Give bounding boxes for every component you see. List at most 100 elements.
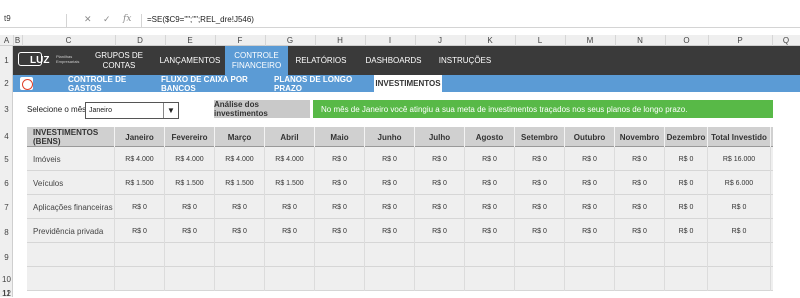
value-cell[interactable]: R$ 0 bbox=[708, 195, 771, 219]
row-label-cell[interactable]: Aplicações financeiras bbox=[27, 195, 115, 219]
row-number[interactable]: 9 bbox=[0, 253, 13, 262]
row-number[interactable]: 12 bbox=[0, 289, 13, 298]
value-cell[interactable] bbox=[165, 243, 215, 267]
column-letter[interactable]: L bbox=[538, 36, 542, 45]
value-cell[interactable] bbox=[315, 243, 365, 267]
value-cell[interactable]: R$ 0 bbox=[665, 147, 708, 171]
value-cell[interactable] bbox=[415, 267, 465, 291]
column-letter[interactable]: A bbox=[4, 36, 9, 45]
value-cell[interactable]: R$ 16.000 bbox=[708, 147, 771, 171]
value-cell[interactable]: R$ 1.500 bbox=[215, 171, 265, 195]
value-cell[interactable] bbox=[365, 243, 415, 267]
column-letter[interactable]: F bbox=[238, 36, 243, 45]
row-label-cell[interactable] bbox=[27, 267, 115, 291]
value-cell[interactable]: R$ 0 bbox=[615, 219, 665, 243]
value-cell[interactable]: R$ 0 bbox=[215, 195, 265, 219]
formula-input[interactable]: =SE($C9="";"";REL_dre!J546) bbox=[147, 15, 254, 24]
value-cell[interactable]: R$ 0 bbox=[415, 195, 465, 219]
value-cell[interactable] bbox=[265, 267, 315, 291]
value-cell[interactable] bbox=[665, 267, 708, 291]
name-box[interactable]: t9 bbox=[2, 14, 62, 28]
row-label-cell[interactable] bbox=[27, 243, 115, 267]
value-cell[interactable] bbox=[315, 267, 365, 291]
column-letter[interactable]: I bbox=[389, 36, 391, 45]
value-cell[interactable]: R$ 0 bbox=[165, 195, 215, 219]
row-label-cell[interactable]: Imóveis bbox=[27, 147, 115, 171]
value-cell[interactable]: R$ 0 bbox=[565, 219, 615, 243]
value-cell[interactable]: R$ 0 bbox=[615, 171, 665, 195]
value-cell[interactable] bbox=[515, 267, 565, 291]
value-cell[interactable] bbox=[465, 267, 515, 291]
value-cell[interactable]: R$ 0 bbox=[315, 147, 365, 171]
value-cell[interactable]: R$ 0 bbox=[415, 219, 465, 243]
column-letter[interactable]: M bbox=[587, 36, 594, 45]
nav-item[interactable]: LANÇAMENTOS bbox=[155, 46, 225, 75]
row-number[interactable]: 10 bbox=[0, 275, 13, 284]
value-cell[interactable]: R$ 0 bbox=[465, 219, 515, 243]
subnav-item[interactable]: PLANOS DE LONGO PRAZO bbox=[274, 75, 374, 93]
value-cell[interactable]: R$ 0 bbox=[265, 219, 315, 243]
value-cell[interactable] bbox=[265, 243, 315, 267]
value-cell[interactable] bbox=[615, 267, 665, 291]
value-cell[interactable]: R$ 0 bbox=[708, 219, 771, 243]
confirm-icon[interactable]: ✓ bbox=[103, 14, 111, 25]
row-number[interactable]: 1 bbox=[0, 56, 13, 65]
value-cell[interactable] bbox=[215, 267, 265, 291]
value-cell[interactable]: R$ 0 bbox=[465, 147, 515, 171]
value-cell[interactable]: R$ 0 bbox=[465, 195, 515, 219]
value-cell[interactable]: R$ 0 bbox=[365, 171, 415, 195]
value-cell[interactable] bbox=[565, 267, 615, 291]
value-cell[interactable] bbox=[515, 243, 565, 267]
value-cell[interactable]: R$ 1.500 bbox=[115, 171, 165, 195]
value-cell[interactable]: R$ 4.000 bbox=[265, 147, 315, 171]
nav-item[interactable]: DASHBOARDS bbox=[360, 46, 427, 75]
column-letter[interactable]: D bbox=[137, 36, 143, 45]
value-cell[interactable]: R$ 0 bbox=[665, 195, 708, 219]
value-cell[interactable]: R$ 0 bbox=[415, 147, 465, 171]
row-number[interactable]: 2 bbox=[0, 79, 13, 88]
column-letter[interactable]: G bbox=[287, 36, 293, 45]
value-cell[interactable]: R$ 0 bbox=[565, 195, 615, 219]
row-label-cell[interactable]: Veículos bbox=[27, 171, 115, 195]
play-icon[interactable] bbox=[20, 77, 33, 90]
value-cell[interactable] bbox=[665, 243, 708, 267]
row-number[interactable]: 7 bbox=[0, 203, 13, 212]
nav-item[interactable]: GRUPOS DE CONTAS bbox=[84, 46, 154, 75]
value-cell[interactable]: R$ 1.500 bbox=[265, 171, 315, 195]
value-cell[interactable]: R$ 0 bbox=[315, 171, 365, 195]
value-cell[interactable]: R$ 0 bbox=[565, 171, 615, 195]
column-letter[interactable]: J bbox=[438, 36, 442, 45]
value-cell[interactable] bbox=[708, 267, 771, 291]
value-cell[interactable]: R$ 0 bbox=[515, 147, 565, 171]
value-cell[interactable] bbox=[165, 267, 215, 291]
column-letter[interactable]: P bbox=[737, 36, 742, 45]
value-cell[interactable]: R$ 0 bbox=[265, 195, 315, 219]
value-cell[interactable] bbox=[365, 267, 415, 291]
value-cell[interactable]: R$ 0 bbox=[515, 219, 565, 243]
row-number[interactable]: 4 bbox=[0, 132, 13, 141]
row-number[interactable]: 3 bbox=[0, 105, 13, 114]
cancel-icon[interactable]: ✕ bbox=[84, 14, 92, 25]
dropdown-arrow-icon[interactable]: ▼ bbox=[163, 103, 178, 118]
value-cell[interactable]: R$ 4.000 bbox=[115, 147, 165, 171]
value-cell[interactable]: R$ 0 bbox=[215, 219, 265, 243]
value-cell[interactable]: R$ 6.000 bbox=[708, 171, 771, 195]
value-cell[interactable]: R$ 4.000 bbox=[215, 147, 265, 171]
value-cell[interactable]: R$ 1.500 bbox=[165, 171, 215, 195]
subnav-item[interactable]: INVESTIMENTOS bbox=[374, 75, 442, 92]
value-cell[interactable]: R$ 0 bbox=[515, 195, 565, 219]
nav-item[interactable]: CONTROLE FINANCEIRO bbox=[225, 46, 288, 75]
value-cell[interactable] bbox=[215, 243, 265, 267]
value-cell[interactable] bbox=[615, 243, 665, 267]
column-letter[interactable]: H bbox=[337, 36, 343, 45]
value-cell[interactable] bbox=[115, 267, 165, 291]
column-letter[interactable]: C bbox=[66, 36, 72, 45]
nav-item[interactable]: INSTRUÇÕES bbox=[428, 46, 502, 75]
value-cell[interactable]: R$ 0 bbox=[565, 147, 615, 171]
column-letter[interactable]: K bbox=[487, 36, 492, 45]
value-cell[interactable]: R$ 0 bbox=[115, 195, 165, 219]
value-cell[interactable] bbox=[415, 243, 465, 267]
value-cell[interactable]: R$ 0 bbox=[365, 195, 415, 219]
value-cell[interactable] bbox=[565, 243, 615, 267]
value-cell[interactable]: R$ 0 bbox=[365, 219, 415, 243]
